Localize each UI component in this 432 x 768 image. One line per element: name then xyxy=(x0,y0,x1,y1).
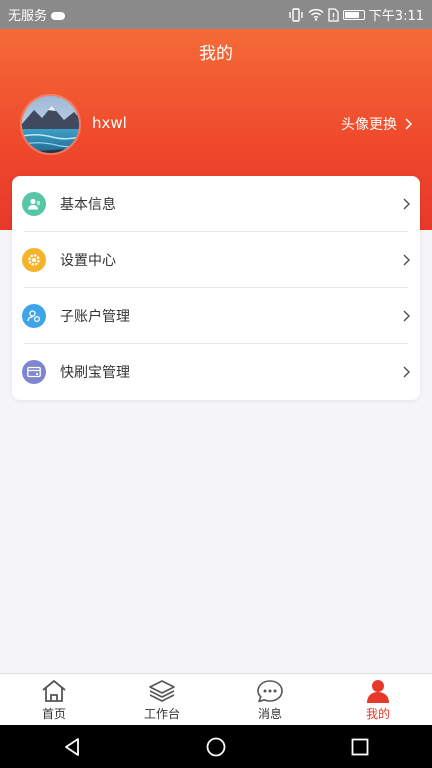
chevron-right-icon xyxy=(403,198,410,210)
tab-label: 消息 xyxy=(257,707,282,721)
tab-workbench[interactable]: 工作台 xyxy=(108,674,216,725)
tab-messages[interactable]: 消息 xyxy=(216,674,324,725)
home-button-icon[interactable] xyxy=(205,736,227,758)
menu-item-basic-info[interactable]: 基本信息 xyxy=(12,176,420,232)
wifi-icon xyxy=(308,8,324,21)
chevron-right-icon xyxy=(403,254,410,266)
system-nav-bar xyxy=(0,725,432,768)
bottom-tab-bar: 首页 工作台 消息 我的 xyxy=(0,673,432,725)
back-icon[interactable] xyxy=(61,736,83,758)
recent-apps-icon[interactable] xyxy=(349,736,371,758)
menu-item-label: 子账户管理 xyxy=(60,309,130,325)
status-time: 下午3:11 xyxy=(368,9,424,24)
menu-item-sub-account[interactable]: 子账户管理 xyxy=(12,288,420,344)
avatar-change-button[interactable]: 头像更换 xyxy=(341,114,412,134)
sim-icon xyxy=(328,7,339,22)
chevron-right-icon xyxy=(403,310,410,322)
user-info-icon xyxy=(22,192,46,216)
message-icon xyxy=(257,680,283,703)
settings-icon xyxy=(22,248,46,272)
page-title: 我的 xyxy=(199,44,233,64)
tab-label: 工作台 xyxy=(143,707,180,721)
sub-account-icon xyxy=(22,304,46,328)
username: hxwl xyxy=(92,114,127,132)
chevron-right-icon xyxy=(405,118,412,130)
carrier-text: 无服务 xyxy=(8,9,48,24)
tab-home[interactable]: 首页 xyxy=(0,674,108,725)
tab-label: 我的 xyxy=(365,707,390,721)
menu-item-label: 快刷宝管理 xyxy=(60,365,130,381)
avatar[interactable] xyxy=(20,94,81,155)
menu-item-settings[interactable]: 设置中心 xyxy=(12,232,420,288)
home-icon xyxy=(42,680,66,702)
vibrate-icon xyxy=(289,7,303,22)
menu-item-label: 设置中心 xyxy=(60,253,116,269)
battery-icon xyxy=(342,9,365,20)
chevron-right-icon xyxy=(403,366,410,378)
status-bar: 无服务 下午3:11 xyxy=(0,0,432,29)
menu-item-kuaishuabao[interactable]: 快刷宝管理 xyxy=(12,344,420,400)
layers-icon xyxy=(149,680,175,702)
avatar-change-label: 头像更换 xyxy=(341,117,397,133)
menu-card: 基本信息 设置中心 子账户管理 快刷宝管理 xyxy=(12,176,420,400)
tab-label: 首页 xyxy=(41,707,66,721)
person-icon xyxy=(367,680,389,703)
cloud-icon xyxy=(51,11,66,20)
menu-item-label: 基本信息 xyxy=(60,197,116,213)
tab-mine[interactable]: 我的 xyxy=(324,674,432,725)
card-icon xyxy=(22,360,46,384)
